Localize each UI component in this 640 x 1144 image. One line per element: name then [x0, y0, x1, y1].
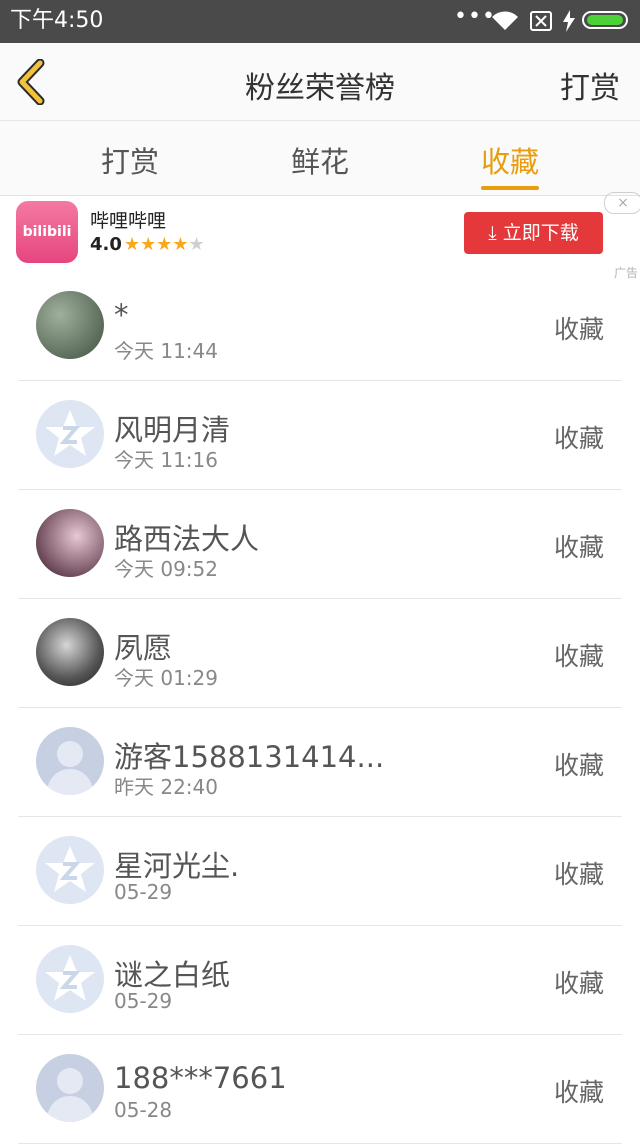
status-time: 下午4:50 — [10, 8, 104, 33]
avatar[interactable] — [36, 400, 104, 468]
fan-name: 188***7661 — [114, 1061, 287, 1095]
rating-stars: ★★★★★ — [124, 234, 205, 255]
fan-action: 收藏 — [553, 424, 604, 453]
list-item[interactable]: 夙愿 今天 01:29 收藏 — [18, 599, 622, 708]
fan-action: 收藏 — [553, 751, 604, 780]
avatar[interactable] — [36, 727, 104, 795]
star-empty-icon: ★ — [188, 234, 205, 255]
ad-app-name: 哔哩哔哩 — [90, 210, 167, 232]
fan-name: 风明月清 — [114, 413, 231, 447]
qq-star-icon — [45, 955, 95, 1001]
title-bar: 粉丝荣誉榜 打赏 — [0, 43, 640, 121]
fan-name: 路西法大人 — [114, 522, 260, 556]
fan-action: 收藏 — [553, 969, 604, 998]
fan-time: 05-28 — [114, 1098, 173, 1122]
download-button[interactable]: ⤓ 立即下载 — [464, 212, 603, 254]
avatar[interactable] — [36, 509, 104, 577]
fan-list: * 今天 11:44 收藏 风明月清 今天 11:16 收藏 路西法大人 今天 … — [0, 272, 640, 1144]
default-user-icon — [46, 741, 94, 795]
tab-flowers[interactable]: 鲜花 — [260, 139, 380, 181]
list-item[interactable]: 风明月清 今天 11:16 收藏 — [18, 381, 622, 490]
fan-name: 星河光尘. — [114, 849, 240, 883]
list-item[interactable]: 游客1588131414... 昨天 22:40 收藏 — [18, 708, 622, 817]
ad-rating: 4.0 — [90, 234, 122, 255]
fan-time: 05-29 — [114, 880, 173, 904]
page-title: 粉丝荣誉榜 — [245, 71, 395, 106]
active-tab-indicator — [481, 186, 539, 190]
fan-time: 05-29 — [114, 989, 173, 1013]
fan-name: 谜之白纸 — [114, 958, 231, 992]
list-item[interactable]: 路西法大人 今天 09:52 收藏 — [18, 490, 622, 599]
default-user-icon — [46, 1068, 94, 1122]
avatar[interactable] — [36, 836, 104, 904]
list-item[interactable]: 188***7661 05-28 收藏 — [18, 1035, 622, 1144]
list-item[interactable]: * 今天 11:44 收藏 — [18, 272, 622, 381]
ad-close-button[interactable]: × — [604, 192, 640, 214]
fan-name: * — [114, 298, 129, 332]
fan-action: 收藏 — [553, 533, 604, 562]
list-item[interactable]: 谜之白纸 05-29 收藏 — [18, 926, 622, 1035]
no-sim-icon — [530, 11, 552, 35]
avatar[interactable] — [36, 1054, 104, 1122]
list-item[interactable]: 星河光尘. 05-29 收藏 — [18, 817, 622, 926]
app-logo[interactable]: bilibili — [16, 201, 78, 263]
tab-bar: 打赏 鲜花 收藏 — [0, 121, 640, 196]
fan-time: 昨天 22:40 — [114, 775, 218, 799]
ad-banner[interactable]: bilibili 哔哩哔哩 4.0 ★★★★★ ⤓ 立即下载 × 广告 — [0, 192, 640, 280]
qq-star-icon — [45, 846, 95, 892]
fan-time: 今天 11:44 — [114, 339, 218, 363]
avatar[interactable] — [36, 945, 104, 1013]
fan-time: 今天 01:29 — [114, 666, 218, 690]
charging-icon — [562, 10, 576, 36]
avatar[interactable] — [36, 618, 104, 686]
tab-reward[interactable]: 打赏 — [70, 139, 190, 181]
qq-star-icon — [45, 410, 95, 456]
fan-action: 收藏 — [553, 642, 604, 671]
status-bar: 下午4:50 ••• — [0, 0, 640, 43]
fan-action: 收藏 — [553, 315, 604, 344]
reward-button[interactable]: 打赏 — [560, 63, 620, 107]
battery-icon — [582, 11, 628, 29]
avatar[interactable] — [36, 291, 104, 359]
wifi-icon — [490, 10, 520, 36]
star-filled-icon: ★★★★ — [124, 234, 189, 255]
fan-time: 今天 09:52 — [114, 557, 218, 581]
fan-name: 夙愿 — [114, 631, 173, 665]
fan-name: 游客1588131414... — [114, 740, 385, 774]
tab-favorites[interactable]: 收藏 — [450, 139, 570, 181]
fan-time: 今天 11:16 — [114, 448, 218, 472]
fan-action: 收藏 — [553, 1078, 604, 1107]
fan-action: 收藏 — [553, 860, 604, 889]
